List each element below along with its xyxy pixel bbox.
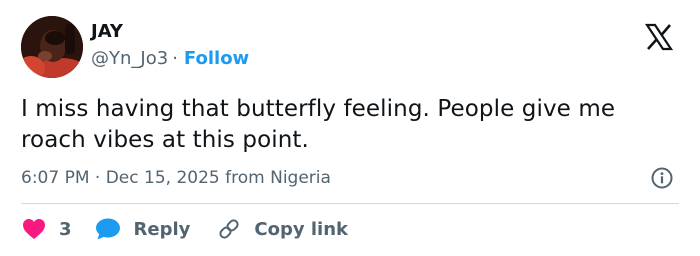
tweet-meta: 6:07 PM · Dec 15, 2025 from Nigeria [21,166,331,190]
reply-label: Reply [133,218,191,240]
divider [21,203,679,204]
tweet-date[interactable]: Dec 15, 2025 [106,168,220,188]
link-icon [219,219,239,239]
tweet-text: I miss having that butterfly feeling. Pe… [21,96,616,153]
x-logo-icon[interactable] [644,22,674,52]
info-icon[interactable] [650,166,674,190]
copy-link-button[interactable]: Copy link [216,217,348,241]
tweet-time[interactable]: 6:07 PM [21,168,90,188]
follow-button[interactable]: Follow [184,48,249,69]
like-button[interactable]: 3 [21,217,72,241]
tweet-location: from Nigeria [225,168,331,188]
avatar[interactable] [21,16,83,78]
like-count: 3 [59,218,72,240]
user-handle[interactable]: @Yn_Jo3 [91,48,168,69]
meta-separator: · [94,168,101,188]
handle-row: @Yn_Jo3 · Follow [91,47,249,71]
action-bar: 3 Reply Copy link [21,216,348,242]
separator: · [172,48,178,69]
reply-button[interactable]: Reply [94,217,191,241]
avatar-image [21,16,83,78]
heart-icon [23,219,45,239]
tweet-card: JAY @Yn_Jo3 · Follow I miss having that bu… [0,0,700,256]
speech-bubble-icon [95,218,120,240]
copy-link-label: Copy link [254,218,348,240]
display-name[interactable]: JAY [91,20,123,44]
